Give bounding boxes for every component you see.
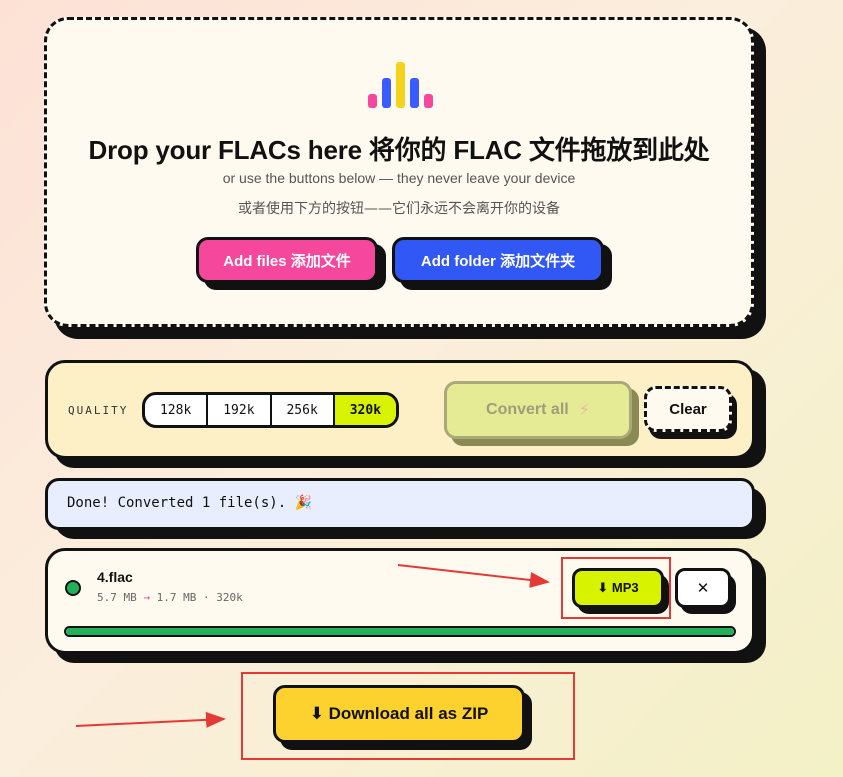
annotation-arrow-zip — [75, 711, 226, 728]
annotation-arrow-mp3 — [397, 564, 550, 588]
annotation-arrows — [75, 564, 550, 728]
